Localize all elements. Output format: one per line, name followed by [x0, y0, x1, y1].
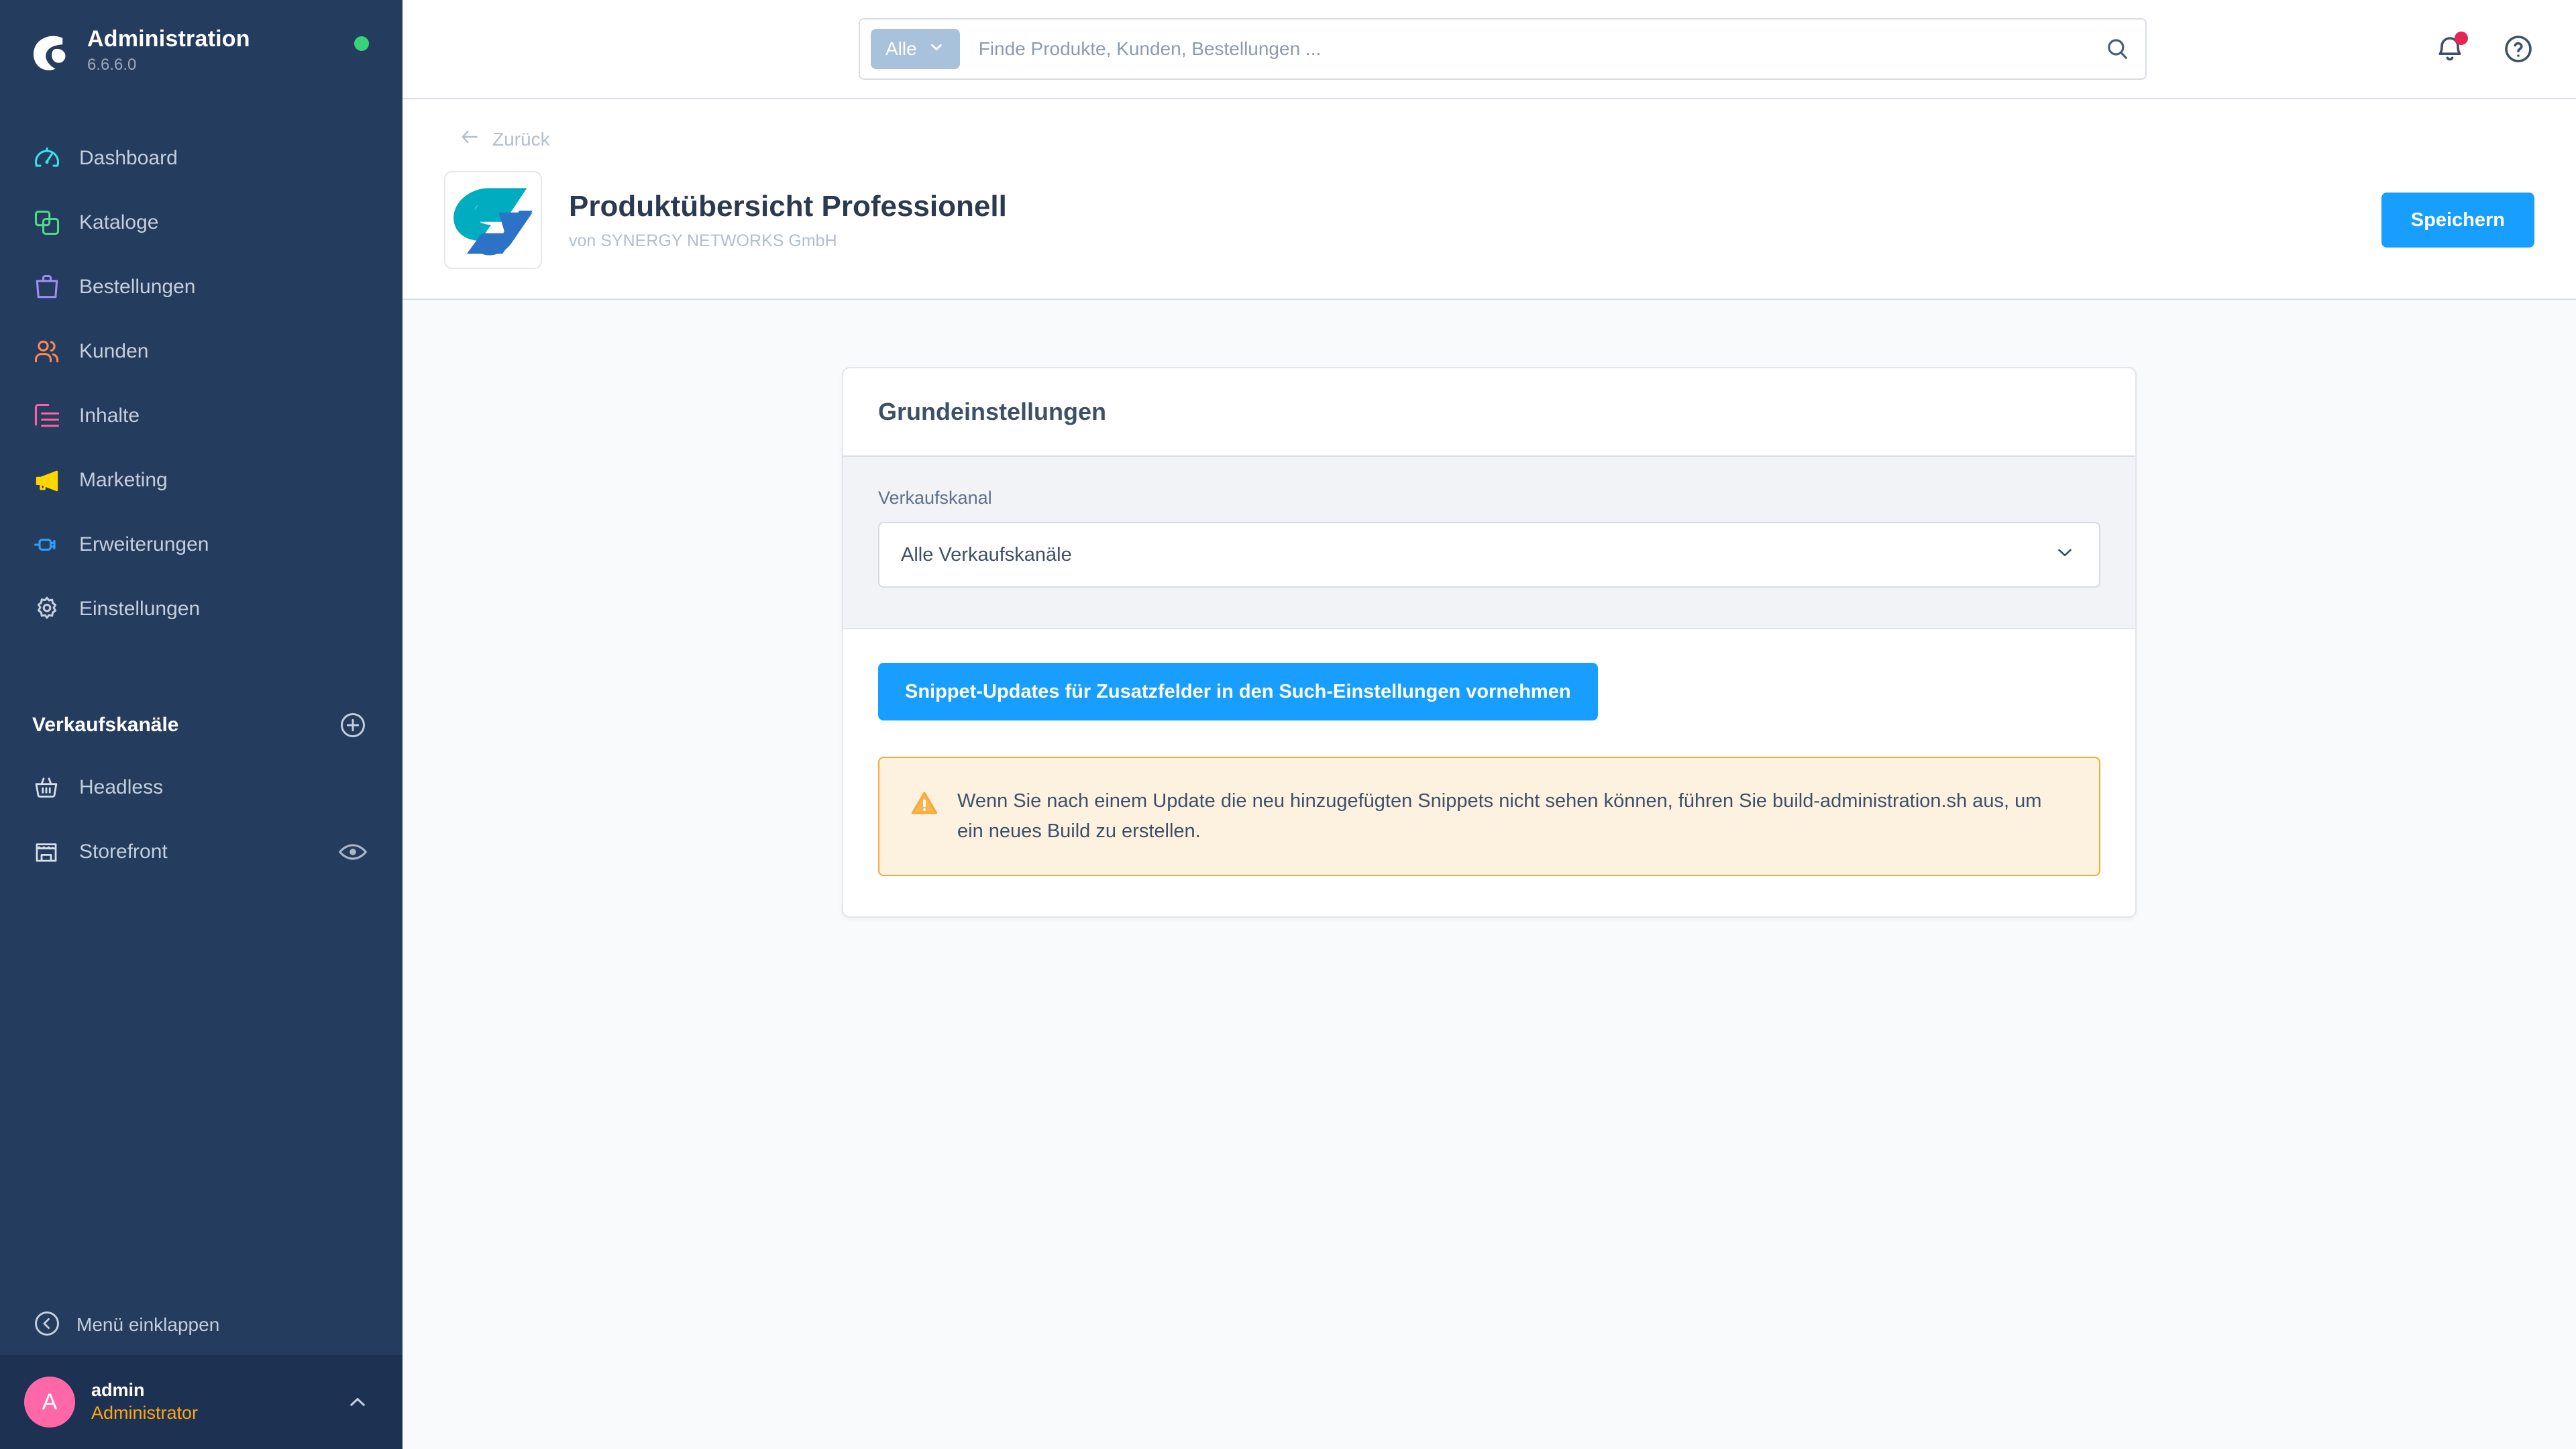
main-area: Alle Finde Produkte, Kunden, Bestellunge…	[402, 0, 2576, 1449]
search-input[interactable]	[978, 38, 2098, 60]
sidebar-item-label: Inhalte	[79, 405, 140, 427]
collapse-menu-label: Menü einklappen	[76, 1314, 220, 1335]
page-header: Zurück Produktübersicht Professionell vo…	[402, 99, 2576, 300]
search-scope-dropdown[interactable]: Alle	[871, 29, 960, 69]
plugin-header-row: Produktübersicht Professionell von SYNER…	[444, 171, 2534, 269]
shopware-logo-icon	[25, 30, 71, 75]
warning-triangle-icon	[910, 786, 938, 847]
app-root: Administration 6.6.6.0 Dashboard Katalog…	[0, 0, 2576, 1449]
sidebar-item-einstellungen[interactable]: Einstellungen	[0, 577, 402, 641]
global-search: Alle	[859, 18, 2147, 80]
sidebar-item-label: Erweiterungen	[79, 533, 209, 555]
sidebar-brand[interactable]: Administration 6.6.6.0	[0, 0, 402, 99]
catalog-icon	[32, 208, 70, 237]
sidebar-item-kataloge[interactable]: Kataloge	[0, 191, 402, 255]
sidebar-item-kunden[interactable]: Kunden	[0, 319, 402, 384]
user-name: admin	[91, 1380, 145, 1401]
sidebar-item-label: Storefront	[79, 841, 168, 863]
avatar: A	[24, 1377, 75, 1428]
sidebar-item-storefront[interactable]: Storefront	[0, 820, 402, 884]
sales-channel-select[interactable]: Alle Verkaufskanäle	[878, 522, 2100, 588]
bell-icon[interactable]	[2434, 32, 2468, 65]
shop-icon	[32, 838, 70, 866]
notification-badge	[2455, 32, 2468, 45]
topbar: Alle	[402, 0, 2576, 99]
question-circle-icon[interactable]	[2502, 33, 2534, 65]
snippet-update-button[interactable]: Snippet-Updates für Zusatzfelder in den …	[878, 663, 1598, 720]
page-title: Produktübersicht Professionell	[569, 190, 1007, 223]
users-icon	[32, 337, 70, 366]
sales-channel-value: Alle Verkaufskanäle	[901, 543, 1072, 566]
chevron-down-icon	[928, 38, 945, 60]
search-scope-label: Alle	[885, 38, 917, 59]
user-role: Administrator	[91, 1403, 199, 1423]
card-section-snippets: Snippet-Updates für Zusatzfelder in den …	[843, 629, 2135, 916]
sidebar-section-title: Verkaufskanäle	[32, 714, 179, 736]
megaphone-icon	[32, 466, 70, 495]
back-link[interactable]: Zurück	[459, 126, 550, 152]
card-section-sales-channel: Verkaufskanal Alle Verkaufskanäle	[843, 457, 2135, 629]
sidebar-item-inhalte[interactable]: Inhalte	[0, 384, 402, 448]
plugin-author: von SYNERGY NETWORKS GmbH	[569, 231, 837, 250]
gauge-icon	[32, 144, 70, 173]
sales-channel-label: Verkaufskanal	[878, 488, 992, 508]
chevron-up-icon[interactable]	[346, 1391, 369, 1413]
sidebar-item-bestellungen[interactable]: Bestellungen	[0, 255, 402, 319]
card-title: Grundeinstellungen	[843, 368, 2135, 457]
sidebar-brand-version: 6.6.6.0	[87, 56, 137, 74]
chevron-left-circle-icon	[32, 1309, 62, 1342]
sidebar-item-label: Headless	[79, 776, 164, 798]
sidebar-item-marketing[interactable]: Marketing	[0, 448, 402, 513]
arrow-left-icon	[459, 126, 480, 152]
bag-icon	[32, 272, 70, 302]
status-dot	[354, 36, 369, 51]
sidebar-brand-title: Administration	[87, 26, 250, 52]
topbar-actions	[2434, 32, 2534, 65]
back-link-label: Zurück	[492, 128, 550, 150]
collapse-menu-button[interactable]: Menü einklappen	[0, 1295, 402, 1355]
warning-alert: Wenn Sie nach einem Update die neu hinzu…	[878, 757, 2100, 876]
eye-icon[interactable]	[338, 842, 368, 862]
sidebar-item-headless[interactable]: Headless	[0, 755, 402, 820]
settings-card: Grundeinstellungen Verkaufskanal Alle Ve…	[842, 367, 2137, 918]
sidebar-item-label: Bestellungen	[79, 276, 196, 298]
sidebar-nav: Dashboard Kataloge Bestellungen Kunden I…	[0, 126, 402, 641]
sidebar-item-label: Einstellungen	[79, 598, 201, 620]
save-button[interactable]: Speichern	[2381, 193, 2534, 248]
plug-icon	[32, 530, 70, 559]
search-icon[interactable]	[2098, 36, 2136, 62]
sidebar-item-label: Dashboard	[79, 147, 178, 169]
user-menu[interactable]: A admin Administrator	[0, 1355, 402, 1449]
sidebar-item-label: Kunden	[79, 340, 149, 362]
sidebar-item-erweiterungen[interactable]: Erweiterungen	[0, 513, 402, 577]
sidebar-section-sales-channels: Verkaufskanäle	[0, 695, 402, 755]
chevron-down-icon	[2053, 541, 2076, 569]
content-icon	[32, 401, 70, 431]
basket-icon	[32, 773, 70, 802]
sidebar-item-dashboard[interactable]: Dashboard	[0, 126, 402, 191]
warning-alert-text: Wenn Sie nach einem Update die neu hinzu…	[957, 790, 2042, 842]
sidebar-item-label: Kataloge	[79, 211, 159, 233]
plugin-logo-icon	[444, 171, 542, 269]
gear-icon	[32, 594, 70, 624]
sidebar-item-label: Marketing	[79, 469, 168, 491]
plus-circle-icon[interactable]	[338, 710, 368, 740]
sidebar: Administration 6.6.6.0 Dashboard Katalog…	[0, 0, 402, 1449]
page-content: Grundeinstellungen Verkaufskanal Alle Ve…	[402, 300, 2576, 1449]
